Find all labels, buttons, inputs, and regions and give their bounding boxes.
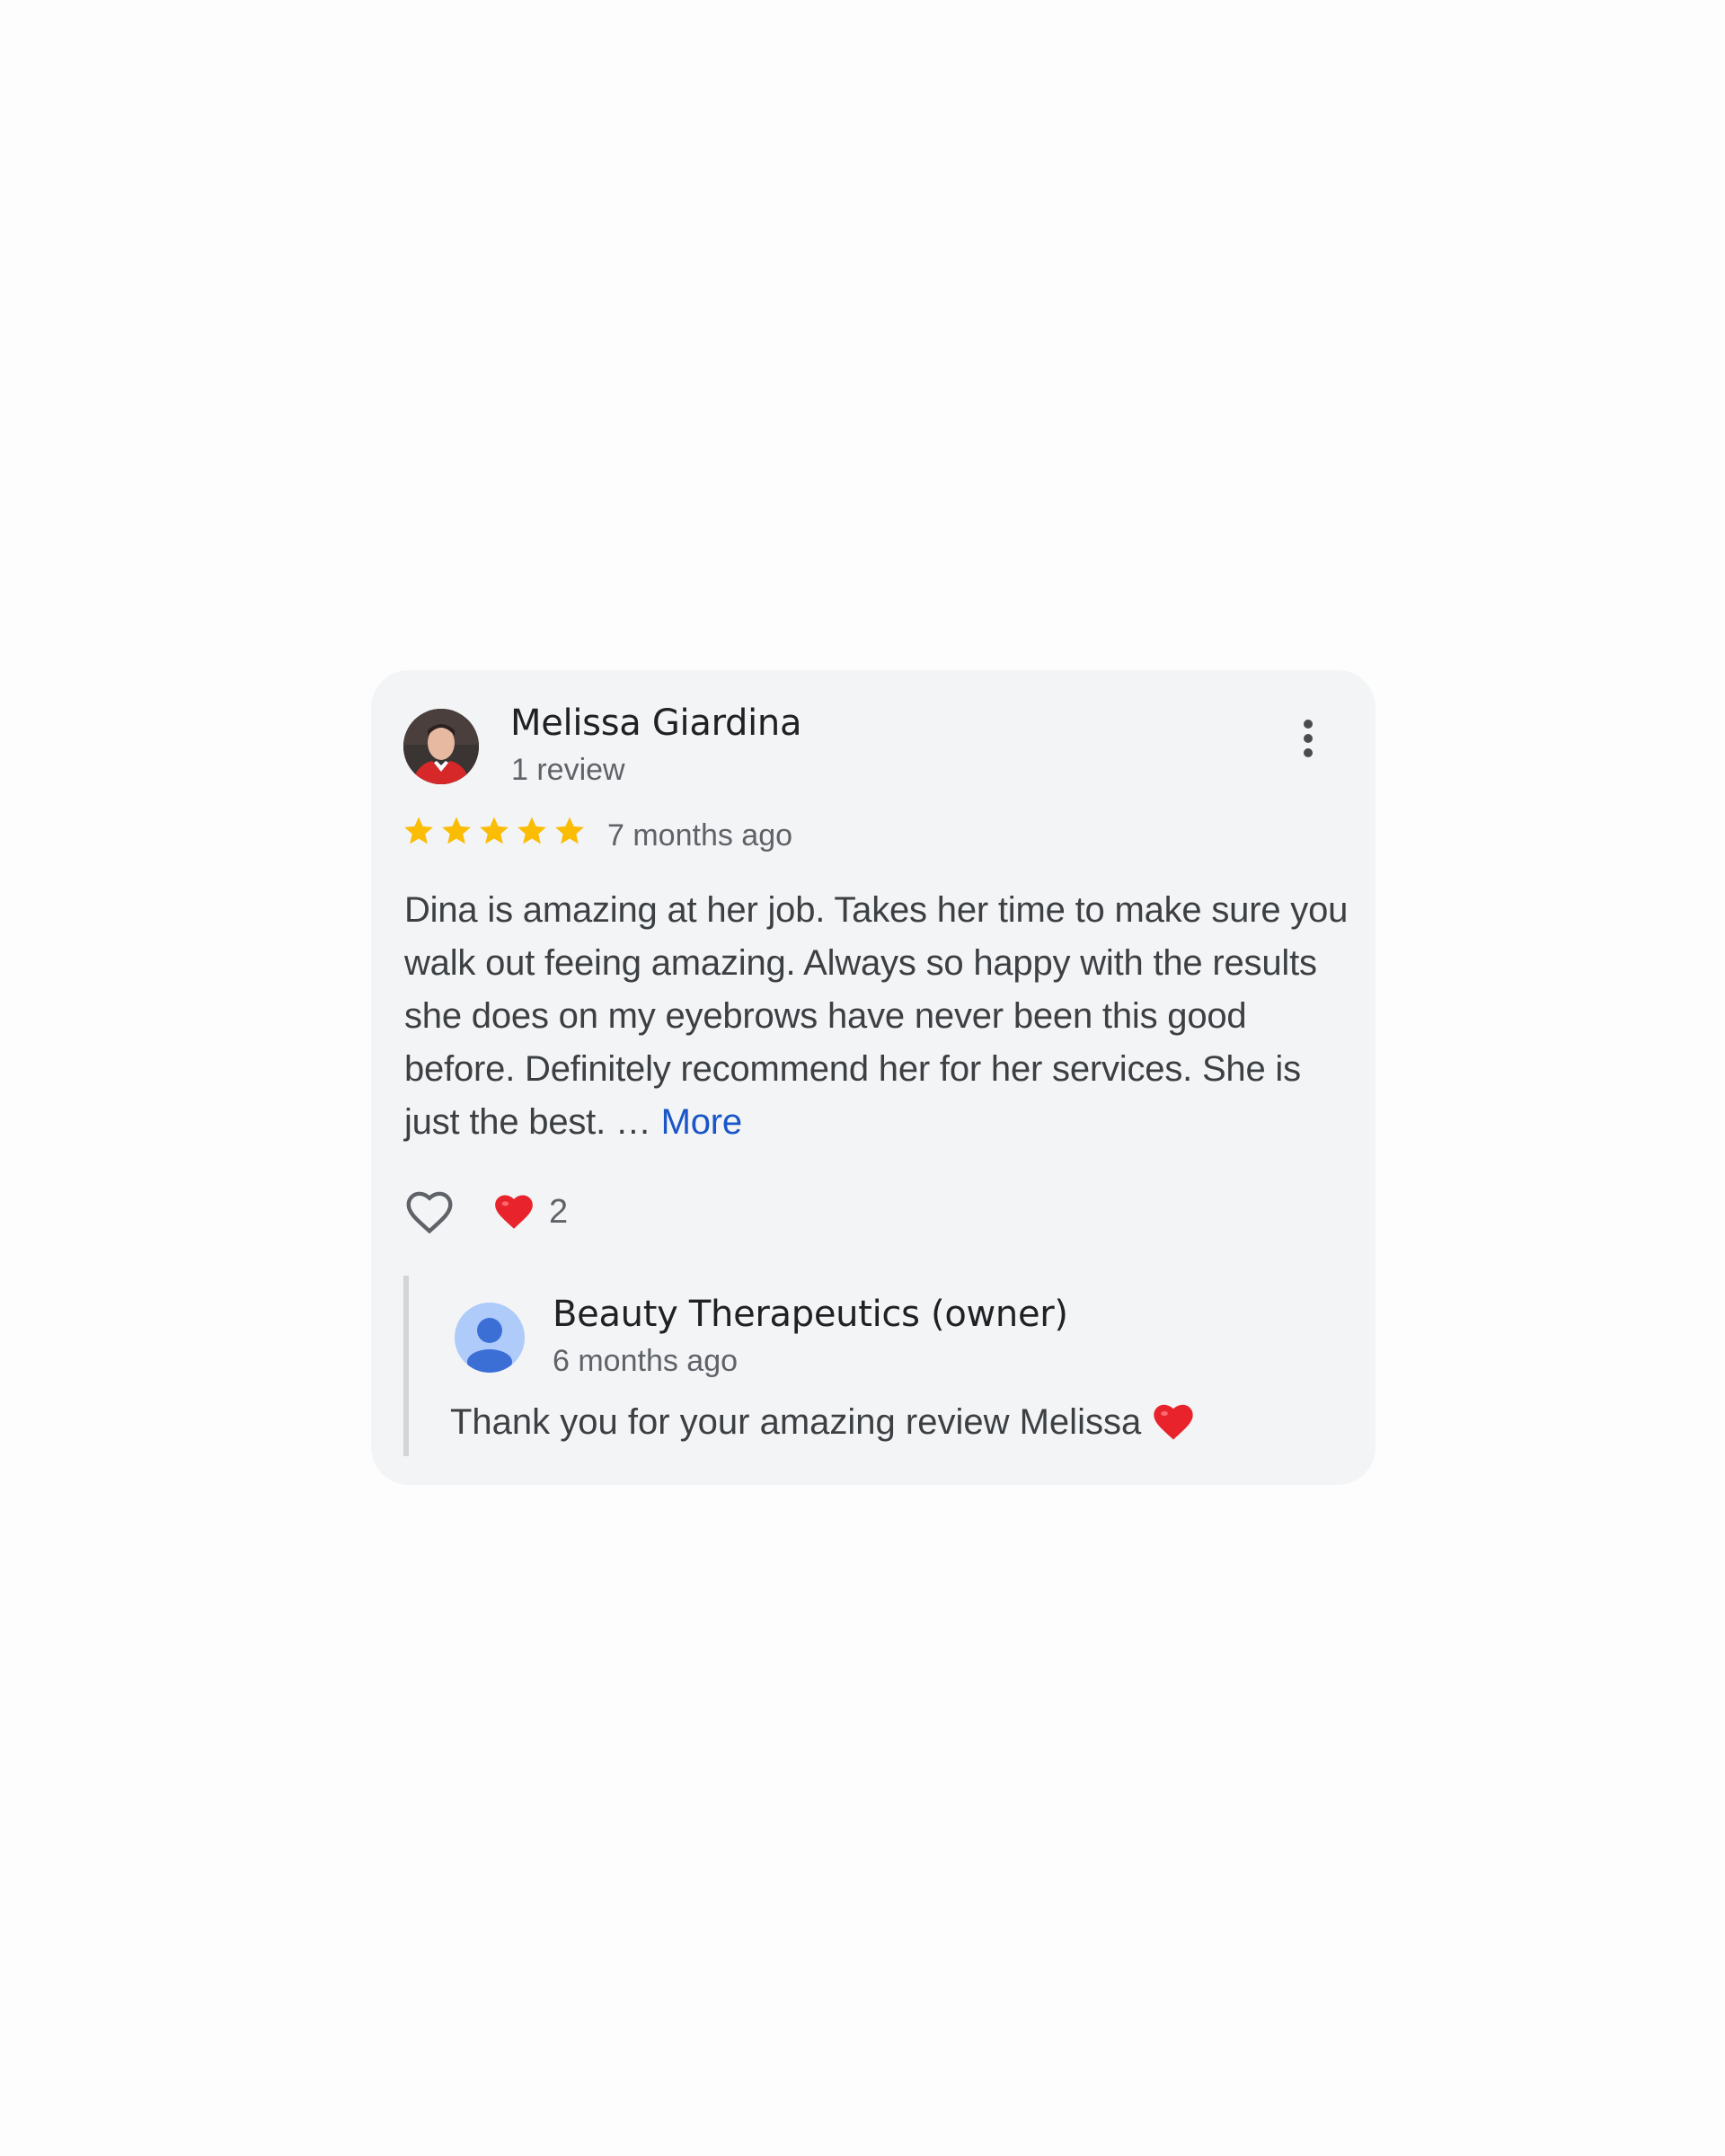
star-icon [518,817,546,844]
reaction-count: 2 [549,1192,569,1231]
review-card: Melissa Giardina 1 review 7 months ago D… [371,670,1376,1485]
red-heart-icon [495,1195,533,1229]
more-link[interactable]: More [661,1102,743,1142]
review-actions: 2 [402,1184,568,1240]
owner-name: Beauty Therapeutics (owner) [553,1294,1068,1335]
owner-reply-body: Thank you for your amazing review Meliss… [450,1399,1197,1445]
red-heart-icon [1154,1404,1193,1440]
star-icon [404,817,433,844]
review-date: 7 months ago [607,818,793,853]
reviewer-photo [403,709,479,784]
star-icon [442,817,471,844]
star-rating [402,814,587,848]
reviewer-avatar[interactable] [403,709,479,784]
reaction-summary[interactable]: 2 [491,1189,568,1234]
star-icon [555,817,584,844]
more-vert-icon[interactable] [1302,720,1314,766]
owner-reply-text: Thank you for your amazing review Meliss… [450,1401,1142,1442]
heart-outline-icon[interactable] [402,1184,457,1240]
reviewer-name[interactable]: Melissa Giardina [510,702,801,744]
owner-reply: Beauty Therapeutics (owner) 6 months ago… [403,1276,1343,1456]
reviewer-review-count: 1 review [511,753,625,787]
review-body: Dina is amazing at her job. Takes her ti… [404,884,1357,1149]
review-text: Dina is amazing at her job. Takes her ti… [404,890,1349,1142]
default-person-icon [455,1303,525,1373]
owner-reply-date: 6 months ago [553,1344,739,1378]
star-icon [480,817,509,844]
